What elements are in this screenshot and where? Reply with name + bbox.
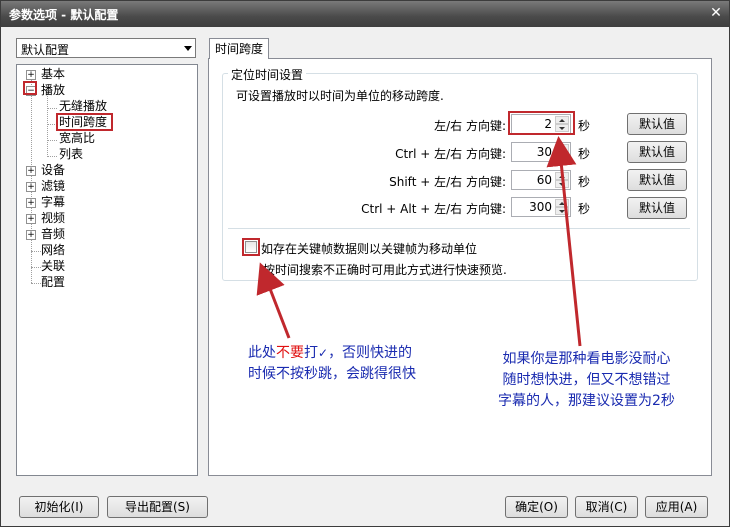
reset-button[interactable]: 初始化(I): [19, 496, 99, 518]
annotation-arrows: [256, 136, 582, 347]
arrow-to-stepper: [546, 136, 582, 347]
ok-button[interactable]: 确定(O): [505, 496, 568, 518]
apply-button[interactable]: 应用(A): [645, 496, 708, 518]
arrow-to-checkbox: [256, 262, 291, 339]
export-config-button[interactable]: 导出配置(S): [107, 496, 208, 518]
cancel-button[interactable]: 取消(C): [575, 496, 638, 518]
